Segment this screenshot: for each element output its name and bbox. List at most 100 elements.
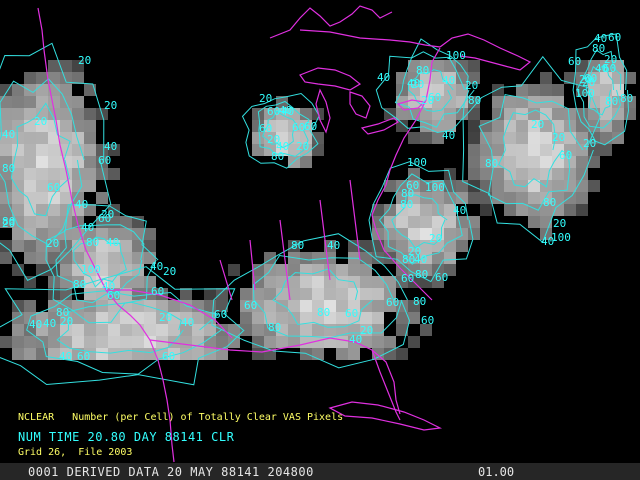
- gray-cell: [120, 336, 132, 348]
- gray-cell: [468, 144, 480, 156]
- gray-cell: [276, 300, 288, 312]
- gray-cell: [420, 216, 432, 228]
- gray-cell: [576, 192, 588, 204]
- gray-cell: [84, 108, 96, 120]
- gray-cell: [24, 84, 36, 96]
- contour-label: 60: [435, 271, 448, 284]
- gray-cell: [336, 264, 348, 276]
- gray-cell: [324, 288, 336, 300]
- gray-cell: [240, 312, 252, 324]
- gray-cell: [180, 288, 192, 300]
- gray-cell: [372, 300, 384, 312]
- gray-cell: [48, 96, 60, 108]
- gray-cell: [72, 324, 84, 336]
- status-left-text: 0001 DERIVED DATA 20 MAY 88141 204800: [28, 465, 314, 479]
- contour-label: 40: [81, 221, 94, 234]
- contour-label: 80: [271, 150, 284, 163]
- contour-label: 20: [46, 237, 59, 250]
- gray-cell: [24, 156, 36, 168]
- contour-label: 60: [292, 121, 305, 134]
- contour-label: 60: [267, 105, 280, 118]
- contour-label: 60: [406, 179, 419, 192]
- gray-cell: [36, 216, 48, 228]
- gray-cell: [372, 288, 384, 300]
- gray-cell: [612, 120, 624, 132]
- gray-cell: [36, 72, 48, 84]
- gray-cell: [48, 60, 60, 72]
- gray-cell: [276, 120, 288, 132]
- contour-label: 100: [425, 181, 445, 194]
- gray-cell: [228, 264, 240, 276]
- gray-cell: [384, 348, 396, 360]
- gray-cell: [144, 336, 156, 348]
- gray-cell: [468, 120, 480, 132]
- gray-cell: [396, 240, 408, 252]
- gray-cell: [264, 300, 276, 312]
- gray-cell: [468, 60, 480, 72]
- gray-cell: [576, 108, 588, 120]
- gray-cell: [300, 252, 312, 264]
- gray-cell: [204, 288, 216, 300]
- gray-cell: [24, 180, 36, 192]
- contour-label: 40: [349, 333, 362, 346]
- gray-cell: [516, 156, 528, 168]
- gray-cell: [36, 84, 48, 96]
- gray-cell: [36, 168, 48, 180]
- gray-cell: [48, 336, 60, 348]
- contour-label: 80: [317, 306, 330, 319]
- gray-cell: [504, 108, 516, 120]
- gray-cell: [276, 276, 288, 288]
- contour-label: 60: [603, 62, 616, 75]
- gray-cell: [96, 336, 108, 348]
- gray-cell: [180, 348, 192, 360]
- gray-cell: [384, 240, 396, 252]
- contour-label: 80: [73, 278, 86, 291]
- gray-cell: [516, 204, 528, 216]
- contour-label: 80: [416, 64, 429, 77]
- gray-cell: [468, 132, 480, 144]
- gray-cell: [12, 348, 24, 360]
- gray-cell: [120, 240, 132, 252]
- gray-cell: [36, 132, 48, 144]
- gray-cell: [300, 276, 312, 288]
- gray-cell: [60, 264, 72, 276]
- contour-label: 40: [75, 198, 88, 211]
- gray-cell: [420, 132, 432, 144]
- contour-label: 60: [608, 31, 621, 44]
- gray-cell: [444, 216, 456, 228]
- gray-cell: [360, 264, 372, 276]
- contour-label: 60: [559, 149, 572, 162]
- gray-cell: [300, 300, 312, 312]
- field-description: NCLEAR Number (per Cell) of Totally Clea…: [18, 412, 344, 423]
- contour-label: 40: [594, 32, 607, 45]
- gray-cell: [36, 144, 48, 156]
- gray-cell: [0, 144, 12, 156]
- gray-cell: [456, 108, 468, 120]
- gray-cell: [312, 264, 324, 276]
- gray-cell: [48, 168, 60, 180]
- gray-cell: [180, 336, 192, 348]
- gray-cell: [132, 336, 144, 348]
- gray-cell: [516, 120, 528, 132]
- gray-cell: [564, 192, 576, 204]
- gray-cell: [72, 108, 84, 120]
- contour-label: 40: [442, 74, 455, 87]
- gray-cell: [516, 144, 528, 156]
- gray-cell: [24, 144, 36, 156]
- gray-cell: [492, 120, 504, 132]
- gray-cell: [12, 324, 24, 336]
- gray-cell: [24, 348, 36, 360]
- gray-cell: [396, 228, 408, 240]
- gray-cell: [540, 84, 552, 96]
- contour-label: 40: [327, 239, 340, 252]
- gray-cell: [360, 240, 372, 252]
- contour-label: 40: [377, 71, 390, 84]
- contour-label: 60: [98, 212, 111, 225]
- gray-cell: [504, 156, 516, 168]
- gray-cell: [444, 192, 456, 204]
- gray-cell: [288, 300, 300, 312]
- contour-label: 60: [386, 296, 399, 309]
- gray-cell: [288, 324, 300, 336]
- gray-cell: [36, 156, 48, 168]
- contour-label: 20: [159, 311, 172, 324]
